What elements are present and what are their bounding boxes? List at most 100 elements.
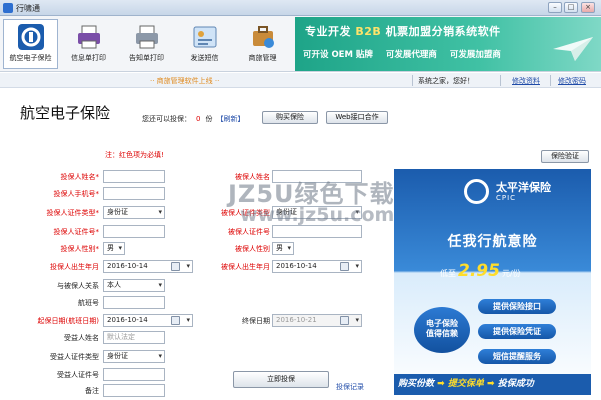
price-suffix: 元/份 xyxy=(501,269,521,278)
remark-label: 备注 xyxy=(85,387,99,395)
maximize-button[interactable]: □ xyxy=(564,2,578,13)
cpic-advertisement[interactable]: 太平洋保险 CPIC 任我行航意险 低至 2.95 元/份 电子保险 值得信赖 提供… xyxy=(394,169,591,395)
toolbar-label: 航空电子保险 xyxy=(9,54,52,62)
news-marquee[interactable]: ·· 商旅管理软件上线 ·· xyxy=(150,76,219,86)
insured-birth-date-input[interactable]: 2016-10-14 ▾ xyxy=(272,260,362,273)
banner-subline: 可开设 OEM 贴牌 可发展代理商 可发展加盟商 xyxy=(303,48,511,60)
start-date-input[interactable]: 2016-10-14 ▾ xyxy=(103,314,193,327)
toolbar-send-sms-button[interactable]: 发送短信 xyxy=(177,19,232,69)
divider xyxy=(500,75,501,86)
chevron-down-icon: ▾ xyxy=(355,316,359,324)
printer-icon xyxy=(135,25,158,49)
holder-name-input[interactable] xyxy=(103,170,165,183)
beneficiary-id-no-input[interactable] xyxy=(103,368,165,381)
ad-feature-pill: 提供保险凭证 xyxy=(478,324,556,339)
promo-banner[interactable]: 专业开发 B2B 机票加盟分销系统软件 可开设 OEM 贴牌 可发展代理商 可发… xyxy=(295,17,601,71)
ad-feature-pill: 提供保险接口 xyxy=(478,299,556,314)
insured-id-no-input[interactable] xyxy=(272,225,362,238)
printer-icon xyxy=(77,25,100,49)
insurance-balance: 您还可以投保： 0 份【刷新】 xyxy=(142,114,244,124)
sms-icon xyxy=(193,26,216,48)
minimize-button[interactable]: – xyxy=(548,2,562,13)
beneficiary-name-label: 受益人姓名 xyxy=(64,334,99,342)
ad-brand: 太平洋保险 xyxy=(496,181,551,194)
watermark-url: www.jz5u.com xyxy=(240,204,395,226)
relation-label: 与被保人关系 xyxy=(57,282,99,290)
close-button[interactable]: × xyxy=(581,2,595,13)
ad-brand-en: CPIC xyxy=(496,194,517,202)
banner-headline: 专业开发 B2B 机票加盟分销系统软件 xyxy=(305,23,501,39)
holder-id-type-label: 投保人证件类型* xyxy=(46,209,100,217)
calendar-icon xyxy=(340,316,349,325)
banner-item: 可发展加盟商 xyxy=(449,50,501,60)
banner-text: 机票加盟分销系统软件 xyxy=(385,25,501,38)
toolbar-travel-manage-button[interactable]: 商旅管理 xyxy=(235,19,290,69)
title-bar: 行啸通 – □ × xyxy=(0,0,601,16)
banner-text: 专业开发 xyxy=(305,25,351,38)
step-label: 购买份数 xyxy=(398,379,435,389)
toolbar-notice-print-button[interactable]: 告知单打印 xyxy=(119,19,174,69)
banner-item: 可发展代理商 xyxy=(385,50,437,60)
ad-price: 低至 2.95 元/份 xyxy=(440,261,521,281)
holder-gender-label: 投保人性别* xyxy=(60,245,100,253)
chevron-down-icon[interactable]: ▾ xyxy=(186,261,190,272)
start-date-label: 起保日期(航班日期) xyxy=(37,317,99,325)
beneficiary-name-input[interactable]: 默认法定 xyxy=(103,331,165,344)
change-password-link[interactable]: 修改密码 xyxy=(558,76,586,86)
welcome-text: 系统之家，您好！ xyxy=(418,77,474,85)
toolbar-info-print-button[interactable]: 信息单打印 xyxy=(61,19,116,69)
holder-id-no-input[interactable] xyxy=(103,225,165,238)
web-api-button[interactable]: Web接口合作 xyxy=(326,111,388,124)
relation-select[interactable]: 本人 xyxy=(103,279,165,292)
arrow-right-icon: ➡ xyxy=(487,379,498,389)
chevron-down-icon[interactable]: ▾ xyxy=(186,315,190,326)
holder-gender-select[interactable]: 男 xyxy=(103,242,125,255)
buy-insurance-button[interactable]: 购买保险 xyxy=(262,111,318,124)
step-label: 提交保单 xyxy=(447,379,484,389)
toolbar-label: 告知单打印 xyxy=(129,54,164,62)
flight-input[interactable] xyxy=(103,296,165,309)
remark-input[interactable] xyxy=(103,384,165,397)
chevron-down-icon[interactable]: ▾ xyxy=(355,261,359,272)
date-value: 2016-10-14 xyxy=(107,262,148,270)
edit-profile-link[interactable]: 修改资料 xyxy=(512,76,540,86)
calendar-icon[interactable] xyxy=(171,262,180,271)
verify-insurance-button[interactable]: 保险验证 xyxy=(541,150,589,163)
calendar-icon[interactable] xyxy=(171,316,180,325)
ad-steps-strip: 购买份数 ➡ 提交保单 ➡ 投保成功 xyxy=(394,374,591,395)
ad-slogan: 任我行航意险 xyxy=(447,234,538,250)
holder-birth-label: 投保人出生年月 xyxy=(50,263,99,271)
submit-insurance-button[interactable]: 立即投保 xyxy=(233,371,329,388)
info-bar: ·· 商旅管理软件上线 ·· 系统之家，您好！ 修改资料 修改密码 xyxy=(0,73,601,88)
ad-trust-badge: 电子保险 值得信赖 xyxy=(414,307,470,353)
window-title: 行啸通 xyxy=(16,4,40,13)
page-title: 航空电子保险 xyxy=(20,104,111,122)
refresh-link[interactable]: 【刷新】 xyxy=(216,115,244,123)
toolbar-label: 发送短信 xyxy=(190,54,219,62)
beneficiary-id-type-label: 受益人证件类型 xyxy=(50,353,99,361)
holder-id-type-select[interactable]: 身份证 xyxy=(103,206,165,219)
price-prefix: 低至 xyxy=(440,269,456,278)
insured-gender-label: 被保人性别 xyxy=(235,245,270,253)
divider xyxy=(550,75,551,86)
arrow-right-icon: ➡ xyxy=(437,379,448,389)
badge-line: 电子保险 xyxy=(426,319,458,328)
flight-label: 航班号 xyxy=(78,299,99,307)
calendar-icon[interactable] xyxy=(340,262,349,271)
insured-id-no-label: 被保人证件号 xyxy=(228,228,270,236)
toolbar-label: 信息单打印 xyxy=(71,54,106,62)
balance-unit: 份 xyxy=(205,115,213,123)
holder-id-no-label: 投保人证件号* xyxy=(53,228,100,236)
date-value: 2016-10-14 xyxy=(276,262,317,270)
insurance-records-link[interactable]: 投保记录 xyxy=(336,382,364,392)
ad-feature-pill: 短信提醒服务 xyxy=(478,349,556,364)
holder-phone-label: 投保人手机号* xyxy=(53,190,100,198)
cpic-logo-icon xyxy=(464,179,489,204)
banner-item: 可开设 OEM 贴牌 xyxy=(303,50,373,60)
holder-birth-date-input[interactable]: 2016-10-14 ▾ xyxy=(103,260,193,273)
travel-icon xyxy=(252,26,274,48)
holder-phone-input[interactable] xyxy=(103,187,165,200)
beneficiary-id-type-select[interactable]: 身份证 xyxy=(103,350,165,363)
toolbar-aviation-insurance-button[interactable]: 航空电子保险 xyxy=(3,19,58,69)
insured-gender-select[interactable]: 男 xyxy=(272,242,294,255)
